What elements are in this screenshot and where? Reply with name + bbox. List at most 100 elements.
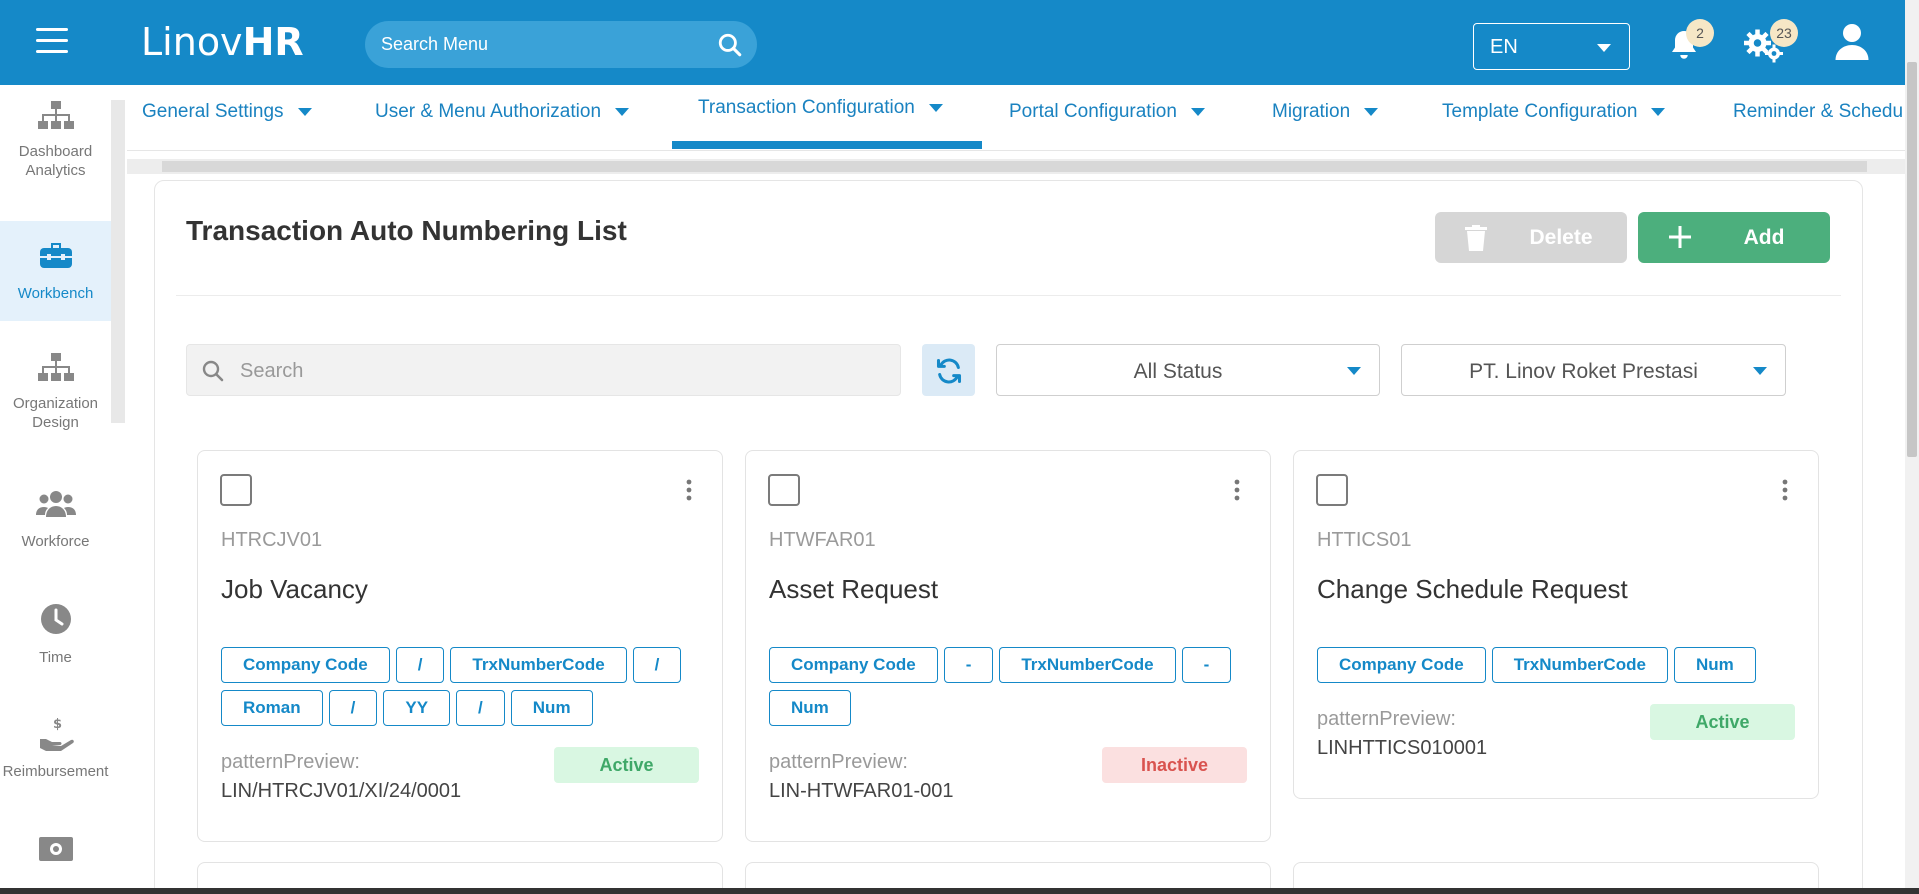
tab-portal-configuration[interactable]: Portal Configuration (1009, 101, 1205, 123)
settings-button[interactable]: 23 (1744, 19, 1798, 63)
pattern-preview-value: LINHTTICS010001 (1317, 737, 1488, 759)
sidebar-label: Time (39, 649, 72, 666)
app-logo[interactable]: LinovHR (141, 20, 304, 64)
sitemap-icon (37, 101, 74, 129)
pattern-chip: / (456, 690, 505, 726)
search-input[interactable]: Search (186, 344, 901, 396)
sidebar-item-workforce[interactable]: Workforce (0, 489, 111, 579)
more-options-icon[interactable] (686, 479, 692, 501)
chevron-down-icon (1597, 44, 1611, 52)
pattern-preview-label: patternPreview: (1317, 708, 1456, 730)
svg-text:$: $ (53, 717, 62, 732)
sidebar-item-dashboard-analytics[interactable]: Dashboard Analytics (0, 101, 111, 211)
pattern-chip: / (395, 647, 445, 683)
tab-template-configuration[interactable]: Template Configuration (1442, 101, 1666, 123)
sidebar-item-payroll[interactable] (0, 837, 111, 887)
clock-icon (40, 604, 71, 634)
refresh-icon (936, 358, 962, 384)
tab-migration[interactable]: Migration (1272, 101, 1379, 123)
search-icon (202, 360, 224, 382)
company-filter-value: PT. Linov Roket Prestasi (1469, 360, 1698, 383)
pattern-chip: - (943, 647, 994, 683)
sidebar-item-time[interactable]: Time (0, 603, 111, 693)
pattern-chip: TrxNumberCode (450, 647, 627, 683)
scrollbar-thumb[interactable] (1907, 62, 1917, 457)
tab-reminder-schedule[interactable]: Reminder & Schedu (1733, 101, 1903, 123)
card-checkbox[interactable] (768, 474, 800, 506)
language-value: EN (1490, 36, 1518, 58)
header-divider (176, 295, 1841, 296)
card-code: HTTICS01 (1317, 529, 1412, 551)
card-checkbox[interactable] (220, 474, 252, 506)
chevron-down-icon (1753, 367, 1767, 375)
add-button[interactable]: Add (1638, 212, 1830, 263)
users-icon (35, 491, 76, 517)
sidebar-label: Reimbursement (2, 763, 109, 780)
card-code: HTRCJV01 (221, 529, 323, 551)
more-options-icon[interactable] (1234, 479, 1240, 501)
sidebar-scrollbar[interactable] (111, 100, 125, 423)
status-filter-select[interactable]: All Status (996, 344, 1380, 396)
pattern-chip: TrxNumberCode (1491, 647, 1668, 683)
status-badge: Inactive (1102, 747, 1247, 783)
search-menu-placeholder: Search Menu (381, 34, 489, 54)
pattern-chip: / (328, 690, 378, 726)
pattern-chips: Company Code TrxNumberCode Num (1317, 647, 1797, 690)
sidebar-label: Design (32, 414, 79, 431)
notifications-button[interactable]: 2 (1666, 19, 1714, 62)
numbering-card[interactable]: HTTICS01 Change Schedule Request Company… (1293, 450, 1819, 799)
pattern-preview-label: patternPreview: (221, 751, 360, 773)
numbering-card[interactable]: HTRCJV01 Job Vacancy Company Code / TrxNum… (197, 450, 723, 842)
sidebar-item-organization-design[interactable]: Organization Design (0, 353, 111, 463)
pattern-chip: YY (383, 690, 451, 726)
status-badge: Active (554, 747, 699, 783)
pattern-chip: / (632, 647, 682, 683)
tab-user-menu-authorization[interactable]: User & Menu Authorization (375, 101, 630, 123)
tab-general-settings[interactable]: General Settings (142, 101, 312, 123)
card-code: HTWFAR01 (769, 529, 876, 551)
chevron-down-icon (1190, 107, 1205, 116)
chevron-down-icon (928, 103, 943, 112)
delete-button[interactable]: Delete (1435, 212, 1627, 263)
numbering-card[interactable]: HTWFAR01 Asset Request Company Code - TrxN… (745, 450, 1271, 842)
scrollbar-thumb[interactable] (162, 161, 1867, 172)
delete-button-label: Delete (1529, 226, 1593, 249)
tab-transaction-configuration[interactable]: Transaction Configuration (698, 97, 943, 119)
card-checkbox[interactable] (1316, 474, 1348, 506)
top-bar: LinovHR Search Menu EN 2 23 (0, 0, 1905, 85)
language-select[interactable]: EN (1473, 23, 1630, 70)
pattern-chips: Company Code / TrxNumberCode/Roman / YY / Num (221, 647, 701, 733)
pattern-chip: Num (510, 690, 593, 726)
add-button-label: Add (1743, 226, 1785, 249)
pattern-preview-value: LIN/HTRCJV01/XI/24/0001 (221, 780, 462, 802)
sidebar-label: Workforce (21, 533, 90, 550)
sidebar: Dashboard Analytics Workbench Organizati… (0, 85, 111, 894)
search-menu-input[interactable]: Search Menu (365, 21, 757, 68)
refresh-button[interactable] (922, 344, 975, 396)
notifications-badge: 2 (1686, 19, 1714, 47)
pattern-chip: Num (769, 690, 851, 726)
company-filter-select[interactable]: PT. Linov Roket Prestasi (1401, 344, 1786, 396)
page-scrollbar[interactable] (1905, 0, 1919, 894)
pattern-preview-label: patternPreview: (769, 751, 908, 773)
tab-horizontal-scrollbar[interactable] (127, 159, 1905, 174)
pattern-chip: TrxNumberCode (999, 647, 1176, 683)
user-avatar-icon[interactable] (1834, 22, 1870, 62)
sidebar-item-workbench[interactable]: Workbench (0, 221, 111, 321)
pattern-chip: Company Code (769, 647, 938, 683)
status-badge: Active (1650, 704, 1795, 740)
toolbox-icon (39, 243, 72, 268)
sidebar-label: Workbench (17, 285, 94, 302)
active-tab-indicator (672, 141, 982, 149)
sidebar-item-reimbursement[interactable]: $ Reimbursement (0, 717, 111, 807)
more-options-icon[interactable] (1782, 479, 1788, 501)
search-placeholder: Search (240, 360, 304, 382)
chevron-down-icon (1651, 107, 1666, 116)
card-title: Asset Request (769, 574, 939, 604)
hamburger-menu-icon[interactable] (36, 28, 68, 54)
pattern-chips: Company Code - TrxNumberCode -Num (769, 647, 1249, 733)
status-filter-value: All Status (1133, 360, 1223, 383)
sidebar-label: Analytics (25, 162, 86, 179)
search-icon[interactable] (717, 32, 743, 58)
card-title: Job Vacancy (221, 574, 368, 604)
